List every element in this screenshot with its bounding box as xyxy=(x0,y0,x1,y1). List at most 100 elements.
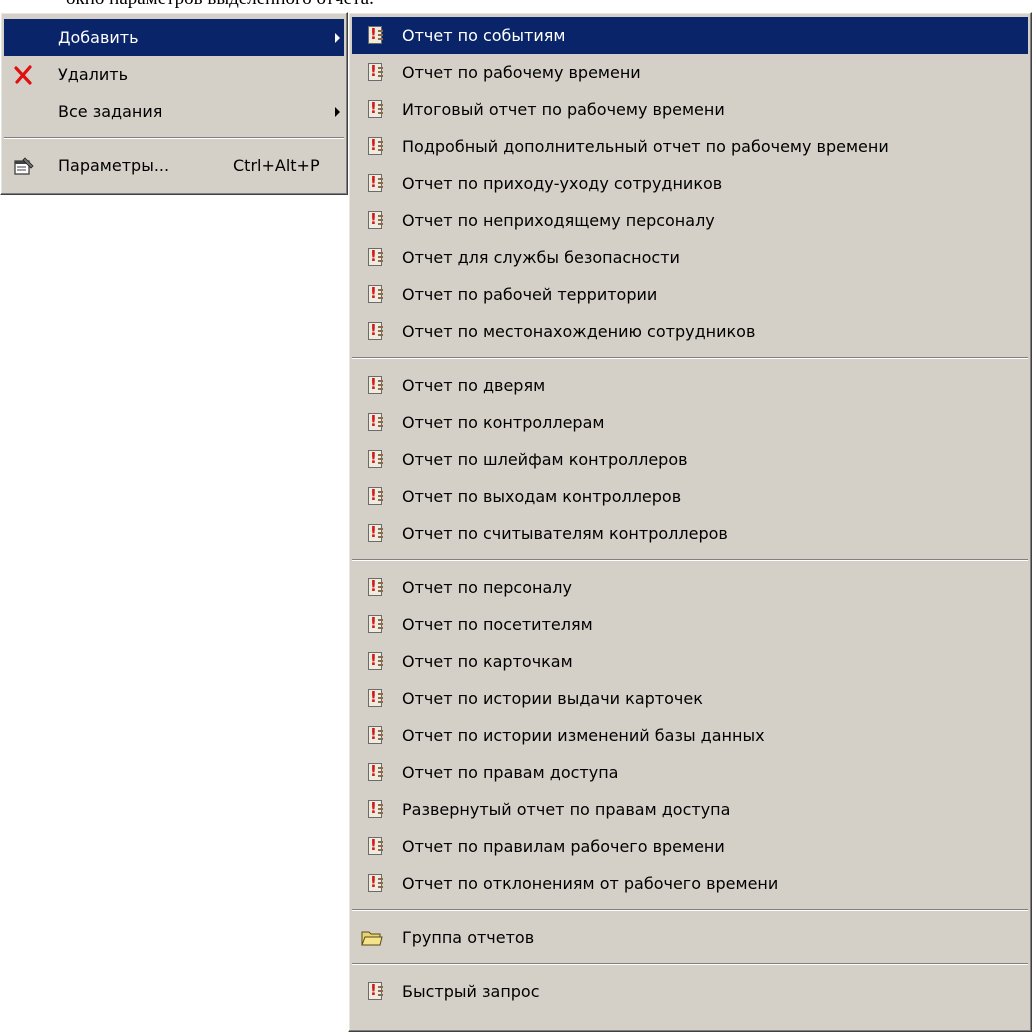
submenu-item[interactable]: ! Отчет по истории изменений базы данных xyxy=(352,717,1028,754)
submenu-item-label: Подробный дополнительный отчет по рабоче… xyxy=(402,137,889,156)
submenu-item-label: Отчет по истории изменений базы данных xyxy=(402,726,765,745)
submenu-item[interactable]: ! Отчет по неприходящему персоналу xyxy=(352,202,1028,239)
menu-separator xyxy=(352,559,1028,561)
report-icon: ! xyxy=(361,99,383,121)
submenu-item[interactable]: ! Отчет по приходу-уходу сотрудников xyxy=(352,165,1028,202)
submenu-group-4: Группа отчетов xyxy=(349,919,1031,956)
report-icon: ! xyxy=(361,412,383,434)
submenu-item-label: Отчет по местонахождению сотрудников xyxy=(402,322,756,341)
submenu-item-label: Отчет по правам доступа xyxy=(402,763,619,782)
submenu-item[interactable]: ! Отчет по персоналу xyxy=(352,569,1028,606)
report-icon: ! xyxy=(361,136,383,158)
submenu-item[interactable]: ! Отчет по дверям xyxy=(352,367,1028,404)
submenu-item[interactable]: ! Подробный дополнительный отчет по рабоч… xyxy=(352,128,1028,165)
submenu-item-label: Отчет по неприходящему персоналу xyxy=(402,211,715,230)
report-icon: ! xyxy=(361,799,383,821)
menu-separator xyxy=(352,909,1028,911)
submenu-item-label: Отчет по шлейфам контроллеров xyxy=(402,450,688,469)
submenu-arrow-icon xyxy=(335,33,340,43)
submenu-item-label: Быстрый запрос xyxy=(402,982,540,1001)
menu-item-shortcut: Ctrl+Alt+P xyxy=(233,156,320,175)
submenu-item-label: Отчет по считывателям контроллеров xyxy=(402,524,728,543)
submenu-item[interactable]: ! Отчет по выходам контроллеров xyxy=(352,478,1028,515)
delete-x-icon xyxy=(14,65,32,85)
submenu-arrow-icon xyxy=(335,107,340,117)
menu-separator xyxy=(352,963,1028,965)
submenu-item[interactable]: ! Отчет по событиям xyxy=(352,17,1028,54)
menu-item-all-tasks[interactable]: Все задания xyxy=(4,93,344,130)
submenu-item[interactable]: ! Отчет по местонахождению сотрудников xyxy=(352,313,1028,350)
submenu-item[interactable]: ! Быстрый запрос xyxy=(352,973,1028,1010)
submenu-item[interactable]: ! Отчет по шлейфам контроллеров xyxy=(352,441,1028,478)
submenu-item[interactable]: ! Отчет по рабочей территории xyxy=(352,276,1028,313)
report-icon: ! xyxy=(361,523,383,545)
submenu-item[interactable]: ! Отчет по считывателям контроллеров xyxy=(352,515,1028,552)
submenu-item-label: Отчет по приходу-уходу сотрудников xyxy=(402,174,723,193)
submenu-item-label: Отчет по дверям xyxy=(402,376,546,395)
submenu-item[interactable]: ! Отчет по карточкам xyxy=(352,643,1028,680)
folder-icon xyxy=(361,931,383,946)
submenu-item-label: Развернутый отчет по правам доступа xyxy=(402,800,731,819)
menu-item-label: Все задания xyxy=(58,102,163,121)
report-icon: ! xyxy=(361,173,383,195)
report-icon: ! xyxy=(361,981,383,1003)
report-icon: ! xyxy=(361,762,383,784)
report-icon: ! xyxy=(361,25,383,47)
submenu-item[interactable]: ! Отчет по посетителям xyxy=(352,606,1028,643)
report-icon: ! xyxy=(361,614,383,636)
submenu-item-label: Отчет для службы безопасности xyxy=(402,248,680,267)
report-icon: ! xyxy=(361,577,383,599)
submenu-item[interactable]: Группа отчетов xyxy=(352,919,1028,956)
menu-item-label: Добавить xyxy=(58,28,139,47)
menu-item-label: Удалить xyxy=(58,65,128,84)
report-icon: ! xyxy=(361,284,383,306)
submenu-item-label: Отчет по выходам контроллеров xyxy=(402,487,682,506)
menu-item-properties[interactable]: Параметры... Ctrl+Alt+P xyxy=(4,147,344,184)
report-icon: ! xyxy=(361,247,383,269)
report-icon: ! xyxy=(361,486,383,508)
submenu-item-label: Отчет по контроллерам xyxy=(402,413,605,432)
menu-separator xyxy=(352,357,1028,359)
menu-item-delete[interactable]: Удалить xyxy=(4,56,344,93)
report-icon: ! xyxy=(361,725,383,747)
submenu-group-1: ! Отчет по событиям! Отчет по рабочему вре… xyxy=(349,17,1031,350)
submenu-item-label: Итоговый отчет по рабочему времени xyxy=(402,100,725,119)
submenu-item-label: Отчет по рабочей территории xyxy=(402,285,658,304)
submenu-item-label: Группа отчетов xyxy=(402,928,535,947)
submenu-group-2: ! Отчет по дверям! Отчет по контроллерам! О… xyxy=(349,367,1031,552)
report-icon: ! xyxy=(361,449,383,471)
menu-separator xyxy=(4,137,344,139)
report-icon: ! xyxy=(361,321,383,343)
submenu-item-label: Отчет по отклонениям от рабочего времени xyxy=(402,874,779,893)
submenu-group-3: ! Отчет по персоналу! Отчет по посетителям… xyxy=(349,569,1031,902)
submenu-item-label: Отчет по персоналу xyxy=(402,578,572,597)
submenu-item-label: Отчет по событиям xyxy=(402,26,566,45)
document-text-fragment: окно параметров выделенного отчета. xyxy=(66,0,374,10)
add-submenu: ! Отчет по событиям! Отчет по рабочему вре… xyxy=(348,12,1032,1032)
submenu-item[interactable]: ! Отчет по контроллерам xyxy=(352,404,1028,441)
submenu-item-label: Отчет по правилам рабочего времени xyxy=(402,837,725,856)
submenu-item[interactable]: ! Отчет для службы безопасности xyxy=(352,239,1028,276)
report-icon: ! xyxy=(361,688,383,710)
report-icon: ! xyxy=(361,836,383,858)
report-icon: ! xyxy=(361,651,383,673)
report-icon: ! xyxy=(361,62,383,84)
submenu-group-5: ! Быстрый запрос xyxy=(349,973,1031,1010)
submenu-item[interactable]: ! Отчет по правилам рабочего времени xyxy=(352,828,1028,865)
submenu-item[interactable]: ! Развернутый отчет по правам доступа xyxy=(352,791,1028,828)
submenu-item[interactable]: ! Отчет по рабочему времени xyxy=(352,54,1028,91)
properties-icon xyxy=(14,157,34,175)
report-icon: ! xyxy=(361,873,383,895)
report-icon: ! xyxy=(361,210,383,232)
menu-item-label: Параметры... xyxy=(58,156,170,175)
submenu-item-label: Отчет по истории выдачи карточек xyxy=(402,689,703,708)
submenu-item[interactable]: ! Отчет по отклонениям от рабочего времен… xyxy=(352,865,1028,902)
submenu-item-label: Отчет по карточкам xyxy=(402,652,573,671)
submenu-item-label: Отчет по посетителям xyxy=(402,615,593,634)
submenu-item[interactable]: ! Итоговый отчет по рабочему времени xyxy=(352,91,1028,128)
context-menu: Добавить Удалить Все задания Параметры..… xyxy=(0,12,348,195)
submenu-item-label: Отчет по рабочему времени xyxy=(402,63,641,82)
submenu-item[interactable]: ! Отчет по истории выдачи карточек xyxy=(352,680,1028,717)
menu-item-add[interactable]: Добавить xyxy=(4,19,344,56)
submenu-item[interactable]: ! Отчет по правам доступа xyxy=(352,754,1028,791)
